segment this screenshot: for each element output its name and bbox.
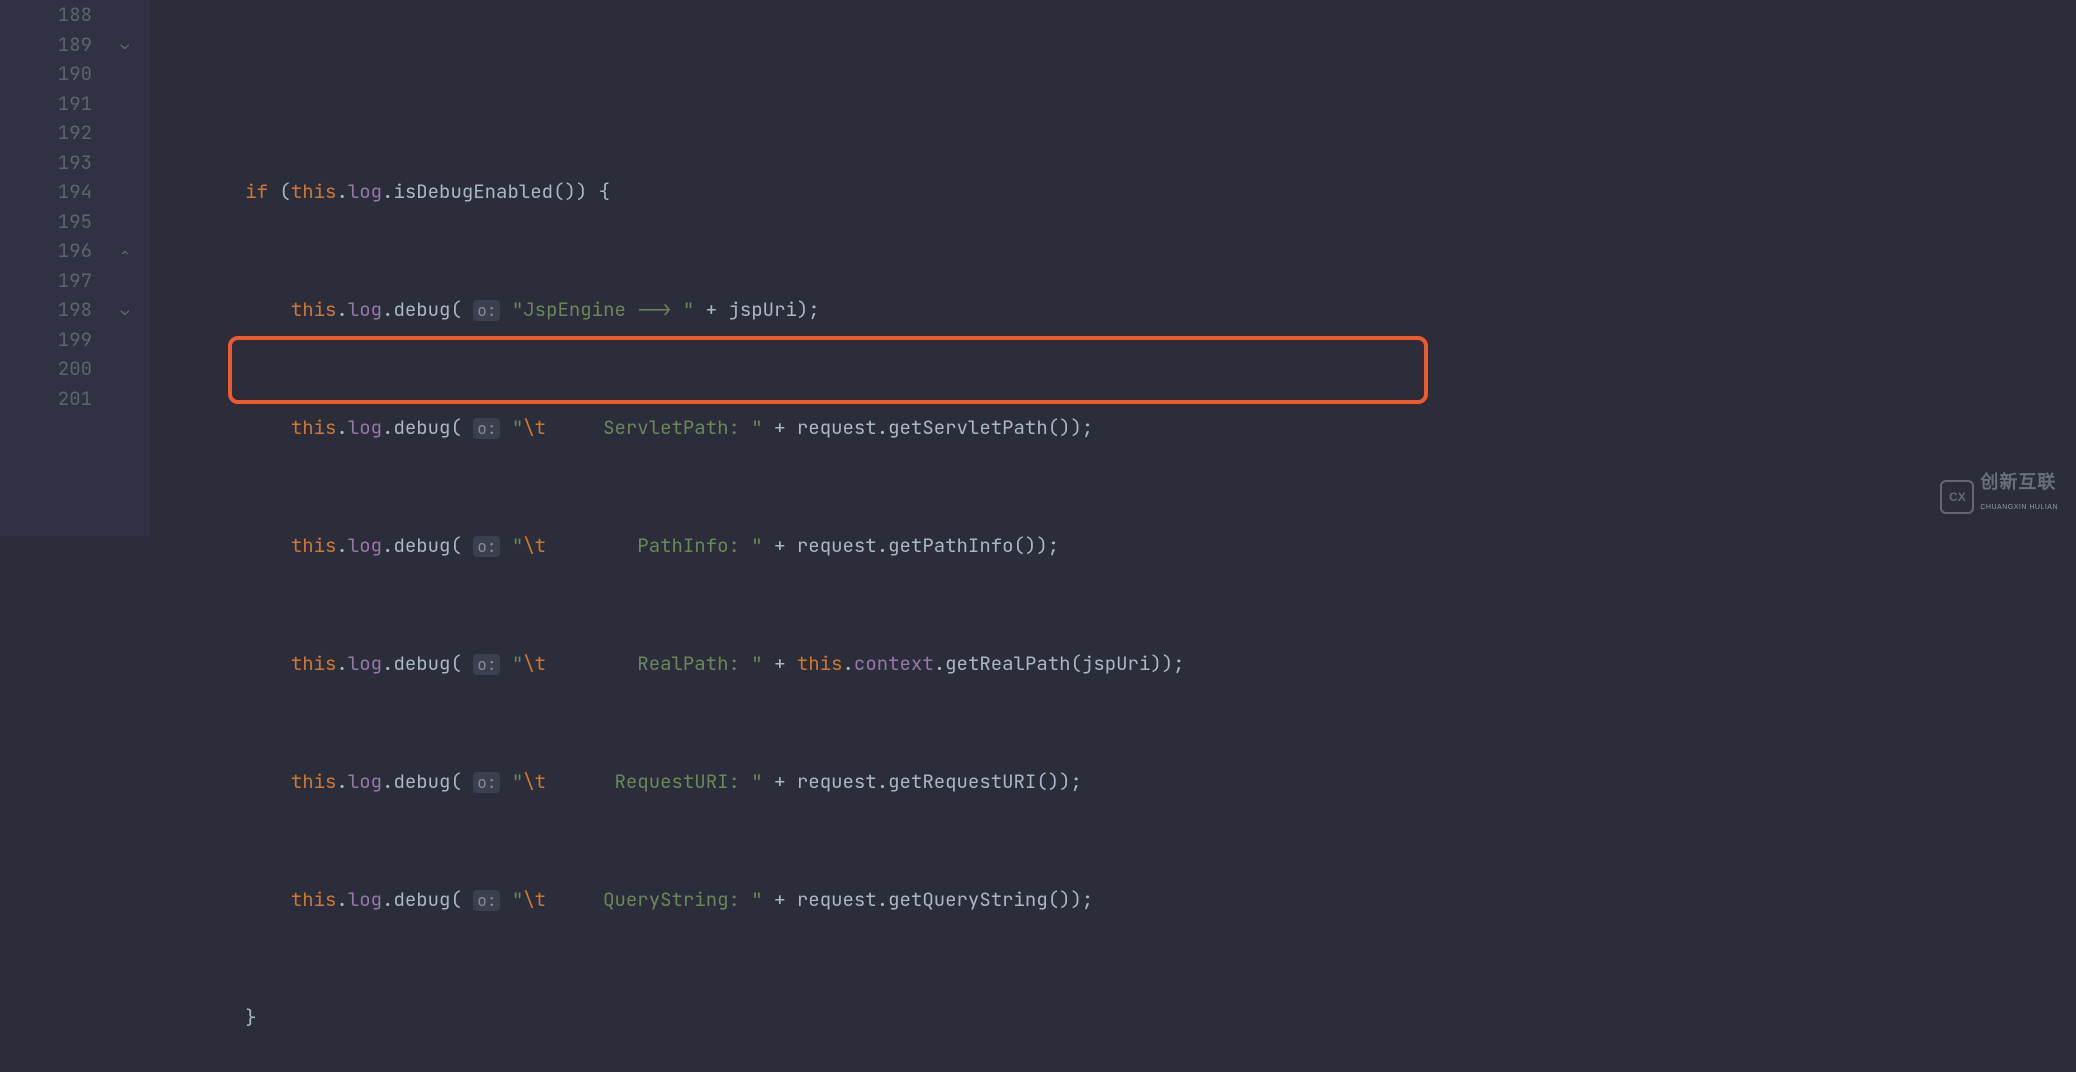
- code-line[interactable]: }: [154, 1003, 1185, 1033]
- line-number: 188: [20, 0, 92, 30]
- fold-marker-down-icon[interactable]: ⌄: [118, 38, 132, 52]
- line-number: 194: [20, 177, 92, 207]
- line-number: 190: [20, 59, 92, 89]
- fold-column: ⌄ ⌃ ⌄: [110, 0, 150, 536]
- code-line[interactable]: this.log.debug( o: "\t PathInfo: " + req…: [154, 531, 1185, 561]
- parameter-hint: o:: [473, 654, 500, 675]
- watermark: CX 创新互联 CHUANGXIN HULIAN: [1940, 473, 2058, 522]
- watermark-logo-icon: CX: [1940, 480, 1974, 514]
- line-number: 200: [20, 354, 92, 384]
- code-line[interactable]: this.log.debug( o: "\t ServletPath: " + …: [154, 413, 1185, 443]
- line-number: 201: [20, 384, 92, 414]
- code-line[interactable]: this.log.debug( o: "\t RealPath: " + thi…: [154, 649, 1185, 679]
- code-line[interactable]: this.log.debug( o: "JspEngine --> " + js…: [154, 295, 1185, 325]
- fold-marker-down-icon[interactable]: ⌄: [118, 304, 132, 318]
- parameter-hint: o:: [473, 418, 500, 439]
- parameter-hint: o:: [473, 772, 500, 793]
- code-line[interactable]: this.log.debug( o: "\t QueryString: " + …: [154, 885, 1185, 915]
- code-line[interactable]: this.log.debug( o: "\t RequestURI: " + r…: [154, 767, 1185, 797]
- line-number: 197: [20, 266, 92, 296]
- fold-marker-up-icon[interactable]: ⌃: [118, 248, 132, 262]
- code-line[interactable]: if (this.log.isDebugEnabled()) {: [154, 177, 1185, 207]
- line-number: 191: [20, 89, 92, 119]
- code-editor[interactable]: 188 189 190 191 192 193 194 195 196 197 …: [0, 0, 2076, 536]
- parameter-hint: o:: [473, 890, 500, 911]
- parameter-hint: o:: [473, 536, 500, 557]
- line-number: 195: [20, 207, 92, 237]
- line-number: 198: [20, 295, 92, 325]
- left-margin: [0, 0, 20, 536]
- watermark-subtext: CHUANGXIN HULIAN: [1980, 493, 2058, 523]
- parameter-hint: o:: [473, 300, 500, 321]
- watermark-text: 创新互联: [1980, 473, 2058, 493]
- line-number-gutter: 188 189 190 191 192 193 194 195 196 197 …: [20, 0, 110, 536]
- line-number: 192: [20, 118, 92, 148]
- line-number: 199: [20, 325, 92, 355]
- code-line[interactable]: [154, 59, 1185, 89]
- line-number: 196: [20, 236, 92, 266]
- code-area[interactable]: if (this.log.isDebugEnabled()) { this.lo…: [150, 0, 1185, 536]
- line-number: 189: [20, 30, 92, 60]
- line-number: 193: [20, 148, 92, 178]
